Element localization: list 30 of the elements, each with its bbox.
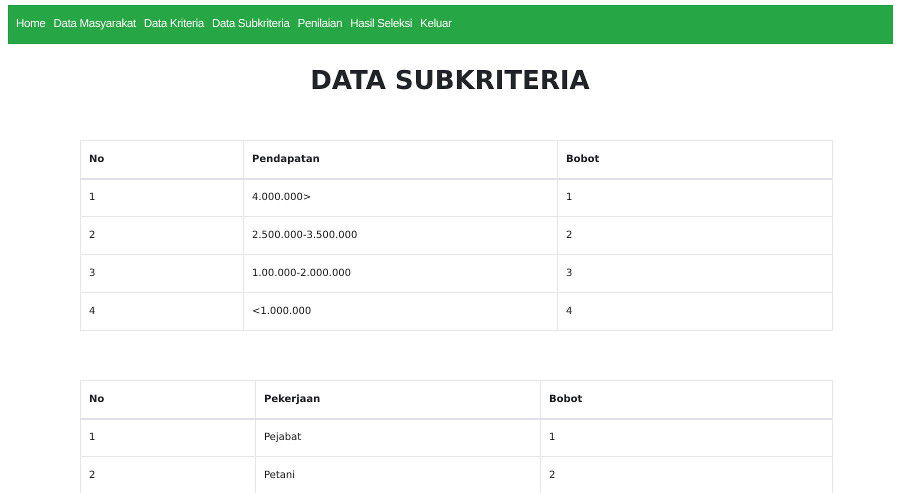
table-cell: 1.00.000-2.000.000	[244, 254, 558, 293]
nav-link[interactable]: Data Kriteria	[144, 16, 204, 34]
table-cell: 1	[540, 418, 832, 457]
nav-link[interactable]: Keluar	[420, 16, 452, 34]
table-cell: 1	[80, 178, 244, 217]
table-cell: 4	[558, 292, 832, 331]
nav-link[interactable]: Data Masyarakat	[53, 16, 136, 34]
column-header: Bobot	[558, 140, 832, 179]
table-cell: 3	[80, 254, 244, 293]
nav-link[interactable]: Home	[16, 16, 46, 34]
table-cell: 4.000.000>	[244, 178, 558, 217]
nav-link[interactable]: Penilaian	[298, 16, 342, 34]
column-header: Bobot	[540, 380, 832, 419]
table-cell: 2	[80, 456, 256, 493]
column-header: Pendapatan	[244, 140, 558, 179]
table-cell: 3	[558, 254, 832, 293]
table-cell: <1.000.000	[244, 292, 558, 331]
table-cell: 2	[80, 216, 244, 255]
table-cell: 4	[80, 292, 244, 331]
table-cell: 1	[558, 178, 832, 217]
table-cell: 2.500.000-3.500.000	[244, 216, 558, 255]
table-cell: 2	[558, 216, 832, 255]
table-cell: Pejabat	[256, 418, 540, 457]
column-header: No	[80, 140, 244, 179]
table-cell: 1	[80, 418, 256, 457]
page-title: DATA SUBKRITERIA	[309, 66, 591, 98]
nav-link[interactable]: Data Subkriteria	[212, 16, 290, 34]
column-header: No	[80, 380, 256, 419]
column-header: Pekerjaan	[256, 380, 540, 419]
nav-link[interactable]: Hasil Seleksi	[350, 16, 412, 34]
